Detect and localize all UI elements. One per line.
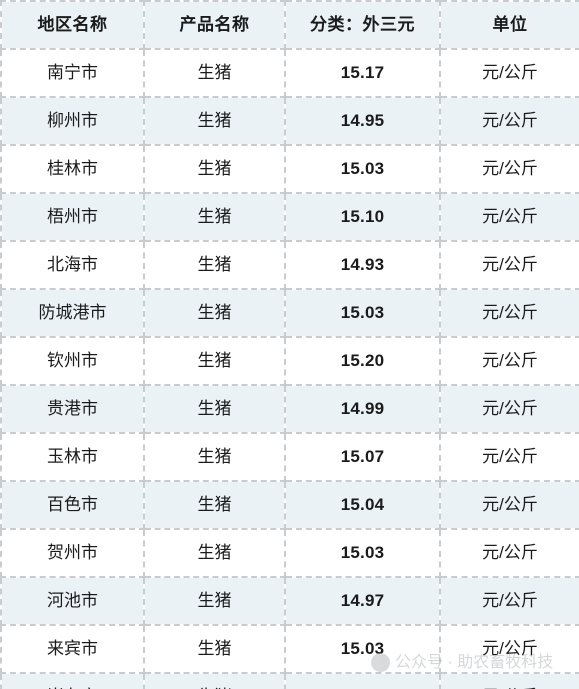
table-header: 地区名称 产品名称 分类：外三元 单位 [0, 0, 579, 50]
table-row[interactable]: 柳州市 生猪 14.95 元/公斤 [0, 97, 579, 146]
table-row[interactable]: 贺州市 生猪 15.03 元/公斤 [0, 529, 579, 578]
table-row[interactable]: 防城港市 生猪 15.03 元/公斤 [0, 289, 579, 338]
cell-region: 玉林市 [0, 433, 145, 482]
table-row[interactable]: 玉林市 生猪 15.07 元/公斤 [0, 433, 579, 482]
column-header-unit[interactable]: 单位 [440, 0, 579, 50]
cell-region: 百色市 [0, 481, 145, 530]
cell-unit: 元/公斤 [440, 481, 579, 530]
column-header-price[interactable]: 分类：外三元 [285, 0, 441, 50]
cell-region: 南宁市 [0, 49, 145, 98]
table-row[interactable]: 贵港市 生猪 14.99 元/公斤 [0, 385, 579, 434]
cell-region: 柳州市 [0, 97, 145, 146]
cell-region: 梧州市 [0, 193, 145, 242]
cell-region: 北海市 [0, 241, 145, 290]
cell-product: 生猪 [144, 289, 286, 338]
cell-price: 14.93 [285, 241, 441, 290]
cell-price: 14.95 [285, 673, 441, 689]
cell-region: 防城港市 [0, 289, 145, 338]
cell-unit: 元/公斤 [440, 337, 579, 386]
cell-price: 14.97 [285, 577, 441, 626]
cell-region: 河池市 [0, 577, 145, 626]
cell-price: 15.07 [285, 433, 441, 482]
cell-price: 15.17 [285, 49, 441, 98]
cell-region: 桂林市 [0, 145, 145, 194]
cell-product: 生猪 [144, 481, 286, 530]
cell-product: 生猪 [144, 673, 286, 689]
cell-unit: 元/公斤 [440, 289, 579, 338]
cell-region: 来宾市 [0, 625, 145, 674]
cell-price: 15.10 [285, 193, 441, 242]
cell-product: 生猪 [144, 385, 286, 434]
cell-unit: 元/公斤 [440, 385, 579, 434]
table-row[interactable]: 百色市 生猪 15.04 元/公斤 [0, 481, 579, 530]
cell-unit: 元/公斤 [440, 529, 579, 578]
cell-unit: 元/公斤 [440, 625, 579, 674]
cell-unit: 元/公斤 [440, 97, 579, 146]
cell-price: 15.03 [285, 529, 441, 578]
cell-price: 15.04 [285, 481, 441, 530]
cell-region: 崇左市 [0, 673, 145, 689]
price-table-container: 地区名称 产品名称 分类：外三元 单位 南宁市 生猪 15.17 元/公斤 柳州市 生猪 1… [0, 0, 579, 689]
cell-product: 生猪 [144, 97, 286, 146]
cell-region: 贺州市 [0, 529, 145, 578]
cell-price: 15.03 [285, 145, 441, 194]
cell-product: 生猪 [144, 241, 286, 290]
table-row[interactable]: 钦州市 生猪 15.20 元/公斤 [0, 337, 579, 386]
cell-price: 15.03 [285, 289, 441, 338]
table-row[interactable]: 桂林市 生猪 15.03 元/公斤 [0, 145, 579, 194]
table-body: 南宁市 生猪 15.17 元/公斤 柳州市 生猪 14.95 元/公斤 桂林市 生猪 15.03 元/… [0, 49, 579, 689]
cell-unit: 元/公斤 [440, 241, 579, 290]
cell-product: 生猪 [144, 193, 286, 242]
cell-price: 14.99 [285, 385, 441, 434]
table-row[interactable]: 北海市 生猪 14.93 元/公斤 [0, 241, 579, 290]
table-row[interactable]: 来宾市 生猪 15.03 元/公斤 [0, 625, 579, 674]
column-header-product[interactable]: 产品名称 [144, 0, 286, 50]
cell-unit: 元/公斤 [440, 49, 579, 98]
cell-unit: 元/公斤 [440, 145, 579, 194]
cell-product: 生猪 [144, 337, 286, 386]
table-row[interactable]: 崇左市生猪14.95元/公斤 [0, 673, 579, 689]
cell-region: 贵港市 [0, 385, 145, 434]
cell-price: 15.03 [285, 625, 441, 674]
cell-unit: 元/公斤 [440, 673, 579, 689]
cell-unit: 元/公斤 [440, 193, 579, 242]
cell-region: 钦州市 [0, 337, 145, 386]
cell-product: 生猪 [144, 625, 286, 674]
cell-unit: 元/公斤 [440, 577, 579, 626]
table-row[interactable]: 梧州市 生猪 15.10 元/公斤 [0, 193, 579, 242]
cell-product: 生猪 [144, 433, 286, 482]
livestock-price-table: 地区名称 产品名称 分类：外三元 单位 南宁市 生猪 15.17 元/公斤 柳州市 生猪 1… [0, 0, 579, 689]
cell-product: 生猪 [144, 529, 286, 578]
cell-product: 生猪 [144, 145, 286, 194]
cell-product: 生猪 [144, 49, 286, 98]
cell-product: 生猪 [144, 577, 286, 626]
table-header-row: 地区名称 产品名称 分类：外三元 单位 [0, 0, 579, 50]
table-row[interactable]: 南宁市 生猪 15.17 元/公斤 [0, 49, 579, 98]
table-row[interactable]: 河池市 生猪 14.97 元/公斤 [0, 577, 579, 626]
cell-price: 14.95 [285, 97, 441, 146]
column-header-region[interactable]: 地区名称 [0, 0, 145, 50]
cell-unit: 元/公斤 [440, 433, 579, 482]
cell-price: 15.20 [285, 337, 441, 386]
